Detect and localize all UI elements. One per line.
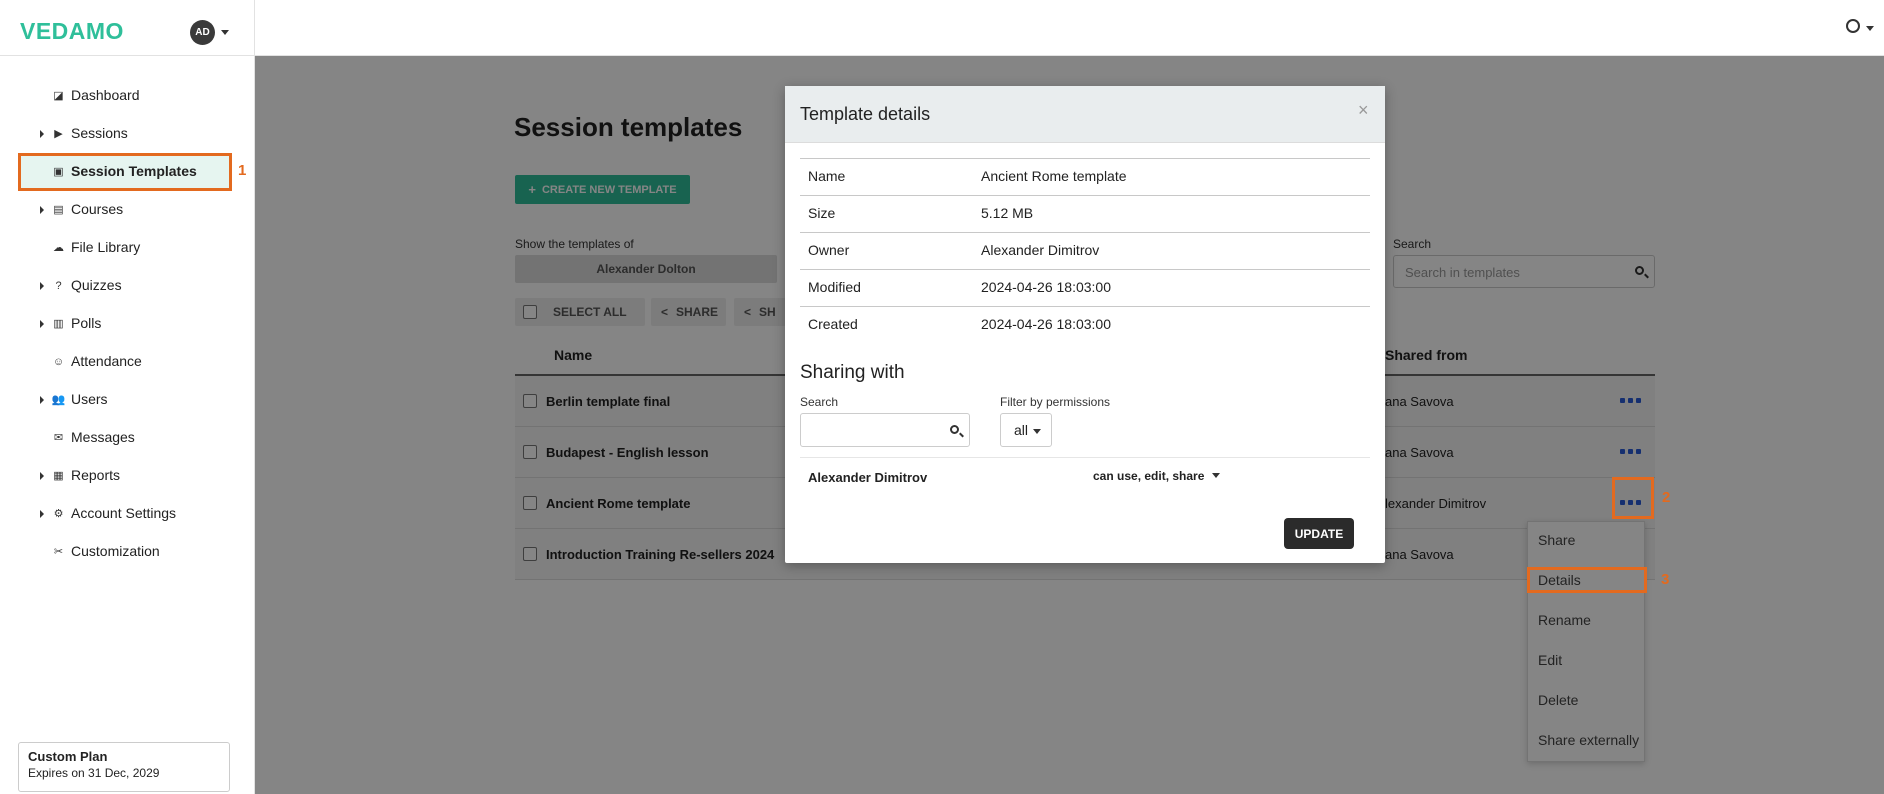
detail-value-name: Ancient Rome template [981,168,1127,184]
sharing-search-label: Search [800,395,839,409]
chevron-down-icon [1211,473,1220,478]
plan-title: Custom Plan [28,749,108,764]
user-check-icon: ☺ [52,355,65,368]
dashboard-icon: ◪ [53,90,64,102]
bar-chart-icon: ▥ [53,318,64,330]
detail-key-owner: Owner [808,242,850,258]
expand-arrow-icon[interactable] [40,206,44,214]
book-icon: ▤ [53,204,64,216]
shared-user-permissions[interactable]: can use, edit, share [1093,469,1220,483]
detail-key-modified: Modified [808,279,861,295]
detail-value-size: 5.12 MB [981,205,1034,221]
modal-header: Template details × [785,86,1385,143]
chevron-down-icon [1033,429,1041,434]
report-icon: ▦ [53,470,64,482]
detail-value-modified: 2024-04-26 18:03:00 [981,279,1111,295]
details-divider [800,195,1370,196]
language-caret-icon[interactable] [1866,26,1874,31]
annotation-step-1: 1 [238,162,247,179]
cloud-icon: ☁ [53,242,64,254]
expand-arrow-icon[interactable] [40,130,44,138]
tools-icon: ✂ [53,546,64,558]
expand-arrow-icon[interactable] [40,396,44,404]
details-divider [800,158,1370,159]
expand-arrow-icon[interactable] [40,510,44,518]
template-details-modal: Template details × Name Ancient Rome tem… [785,86,1385,563]
top-bar: VEDAMO AD [0,0,1884,56]
detail-key-size: Size [808,205,836,221]
sharing-divider [800,457,1370,458]
user-menu-caret-icon[interactable] [221,30,229,35]
globe-icon[interactable] [1846,19,1860,33]
detail-value-owner: Alexander Dimitrov [981,242,1100,258]
envelope-icon: ✉ [53,432,64,444]
modal-title: Template details [800,104,931,124]
expand-arrow-icon[interactable] [40,472,44,480]
detail-value-created: 2024-04-26 18:03:00 [981,316,1111,332]
shared-user-name: Alexander Dimitrov [808,470,928,485]
annotation-highlight-details [1527,567,1647,593]
template-icon: ▣ [53,166,64,178]
vedamo-logo[interactable]: VEDAMO [20,18,124,45]
annotation-highlight-actions [1612,477,1654,519]
question-icon: ? [55,279,62,292]
plan-expiry: Expires on 31 Dec, 2029 [28,766,160,780]
detail-key-created: Created [808,316,858,332]
details-divider [800,232,1370,233]
search-icon[interactable] [950,425,959,434]
filter-permissions-label: Filter by permissions [1000,395,1111,409]
detail-key-name: Name [808,168,846,184]
annotation-step-2: 2 [1662,489,1671,506]
details-divider [800,269,1370,270]
expand-arrow-icon[interactable] [40,282,44,290]
close-icon[interactable]: × [1358,100,1369,121]
update-button[interactable]: UPDATE [1284,518,1354,549]
plan-info[interactable]: Custom Plan Expires on 31 Dec, 2029 [18,742,230,792]
users-icon: 👥 [51,394,66,406]
user-avatar[interactable]: AD [190,20,215,45]
permissions-filter-select[interactable]: all [1000,413,1052,447]
sharing-search-input[interactable] [800,413,970,447]
expand-arrow-icon[interactable] [40,320,44,328]
sharing-heading: Sharing with [800,362,905,383]
annotation-step-3: 3 [1661,571,1670,588]
app-window: VEDAMO AD 1 ◪ Dashboard ▶ Sessions ▣ Ses… [0,0,1884,794]
gear-icon: ⚙ [53,508,64,520]
details-divider [800,306,1370,307]
play-circle-icon: ▶ [54,128,63,140]
